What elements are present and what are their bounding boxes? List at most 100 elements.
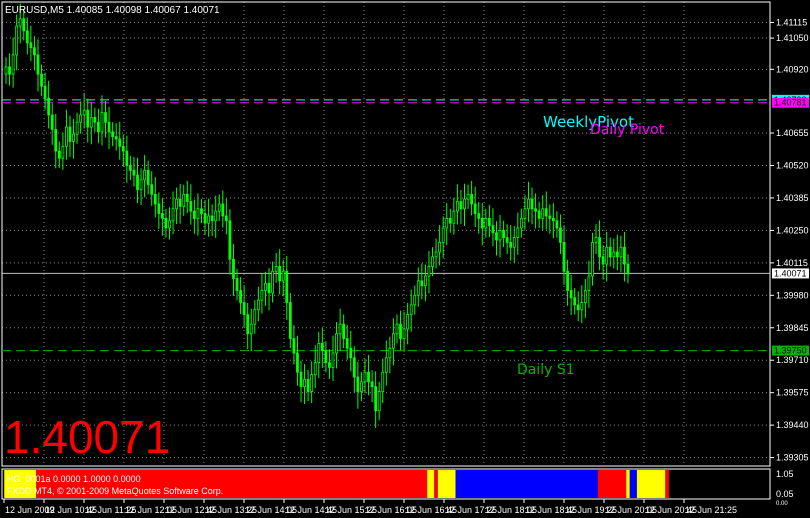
candle-body	[569, 290, 573, 299]
candle-body	[125, 150, 129, 166]
candle-body	[573, 297, 577, 306]
candle-body	[541, 208, 545, 219]
candle-body	[114, 136, 118, 140]
candle-body	[192, 210, 196, 219]
candle-body	[281, 270, 285, 282]
candle-body	[544, 208, 548, 217]
candle-body	[57, 150, 61, 159]
candle-body	[562, 242, 566, 272]
price-tick-label: 1.39575	[776, 388, 809, 398]
candle-body	[420, 280, 424, 287]
candle-body	[310, 374, 314, 392]
candle-body	[313, 362, 317, 376]
big-price-display: 1.40071	[4, 411, 170, 463]
candle-body	[221, 203, 225, 217]
candle-body	[207, 215, 210, 224]
candle-body	[491, 225, 495, 234]
indicator-segment	[636, 470, 666, 498]
indicator-segment	[626, 470, 630, 498]
candle-body	[487, 217, 491, 226]
indicator-axis-label: 0.05	[776, 489, 794, 499]
indicator-segment	[434, 470, 438, 498]
candle-body	[555, 220, 559, 229]
candle-body	[480, 217, 484, 229]
candle-body	[61, 145, 65, 159]
candle-body	[235, 278, 239, 291]
candle-body	[374, 386, 378, 412]
candle-body	[342, 323, 346, 339]
price-tick-label: 1.40385	[776, 193, 809, 203]
daily-pivot-label: Daily Pivot	[590, 122, 665, 138]
candle-body	[150, 184, 154, 195]
candle-body	[463, 198, 466, 210]
candle-body	[331, 352, 335, 368]
candle-body	[424, 275, 427, 287]
candle-body	[384, 357, 388, 373]
candle-body	[43, 85, 47, 99]
candle-body	[623, 246, 626, 265]
candle-body	[47, 97, 51, 116]
candle-body	[583, 290, 587, 303]
mt4-chart-window[interactable]: WeeklyPivot Daily Pivot Daily S1 EURUSD,…	[0, 0, 810, 518]
candle-body	[431, 256, 434, 267]
candle-body	[434, 251, 438, 258]
candle-body	[505, 237, 509, 243]
price-tick-label: 1.40115	[776, 258, 808, 268]
candle-body	[608, 246, 612, 258]
candle-body	[278, 266, 282, 282]
candle-body	[189, 201, 193, 212]
price-tick-label: 1.39305	[776, 453, 809, 463]
candle-body	[18, 18, 22, 27]
candle-body	[495, 232, 498, 241]
indicator-axis-label-small: 0.00	[776, 501, 788, 507]
candle-body	[445, 217, 449, 229]
candle-body	[335, 333, 338, 354]
candle-body	[473, 203, 477, 214]
candle-body	[285, 270, 289, 303]
candle-body	[559, 227, 562, 243]
candle-body	[413, 294, 417, 306]
candle-body	[619, 246, 623, 258]
candle-body	[54, 129, 58, 152]
candle-body	[249, 323, 253, 335]
price-tick-label: 1.40520	[776, 160, 809, 170]
candle-body	[274, 266, 278, 272]
candle-body	[388, 347, 392, 359]
candle-body	[100, 112, 104, 133]
candle-body	[399, 323, 402, 339]
price-tick-label: 1.39440	[776, 420, 809, 430]
candle-body	[328, 362, 331, 368]
candle-body	[377, 391, 381, 412]
price-tick-label: 1.41050	[776, 33, 809, 43]
candle-body	[22, 18, 26, 32]
candle-body	[484, 217, 488, 229]
candle-body	[338, 323, 342, 335]
candle-body	[516, 227, 520, 239]
candle-body	[306, 379, 310, 392]
candle-body	[296, 352, 299, 373]
candle-body	[612, 251, 616, 258]
candle-body	[409, 304, 413, 315]
candle-body	[395, 323, 399, 335]
candle-body	[264, 282, 267, 291]
candle-body	[33, 47, 36, 56]
candle-body	[548, 215, 552, 219]
candle-body	[89, 116, 93, 128]
time-tick-label: 12 Jun 21:25	[685, 505, 737, 515]
candle-body	[455, 201, 459, 212]
candle-body	[527, 198, 530, 210]
candle-body	[111, 131, 115, 138]
candle-body	[292, 338, 296, 354]
candle-body	[75, 121, 79, 135]
candle-body	[164, 217, 168, 229]
candle-body	[224, 215, 228, 222]
candle-body	[107, 121, 111, 133]
candle-body	[146, 169, 150, 186]
price-tick-label: 1.39710	[776, 355, 809, 365]
candle-body	[392, 333, 395, 349]
candle-body	[459, 201, 463, 210]
indicator-segment	[427, 470, 435, 498]
candle-body	[576, 304, 580, 311]
candle-body	[217, 203, 221, 212]
candle-body	[29, 42, 33, 49]
